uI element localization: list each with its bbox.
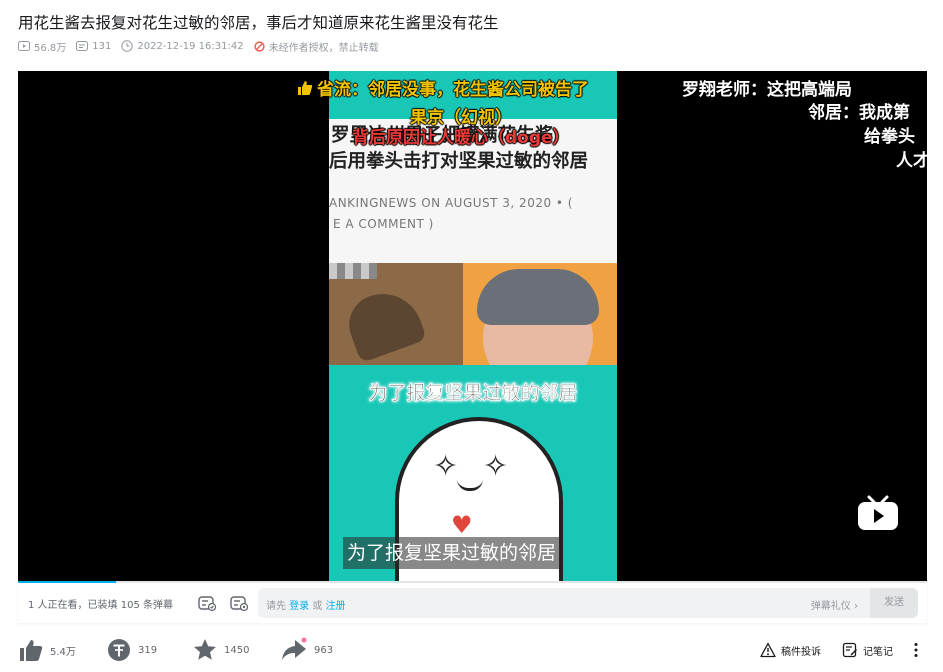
- note-icon: [842, 642, 857, 658]
- views-count: 56.8万: [34, 42, 67, 54]
- warning-icon: [760, 642, 776, 658]
- video-subtitle: 为了报复坚果过敏的邻居: [343, 537, 561, 569]
- danmaku-comment: 人才: [896, 151, 927, 171]
- danmaku-comment: 省流：邻居没事，花生酱公司被告了: [296, 75, 589, 100]
- danmaku-stat: 131: [76, 40, 111, 52]
- coin-button[interactable]: 319: [106, 636, 157, 664]
- publish-time-stat: 2022-12-19 16:31:42: [121, 40, 244, 52]
- like-button[interactable]: 5.4万: [18, 636, 76, 664]
- video-meta: 56.8万 131 2022-12-19 16:31:42 未经作者授权，禁止转…: [18, 38, 389, 54]
- clock-icon: [121, 40, 134, 52]
- danmaku-input[interactable]: 请先 登录 或 注册 弹幕礼仪 › 发送: [258, 588, 918, 618]
- video-title: 用花生酱去报复对花生过敏的邻居，事后才知道原来花生酱里没有花生: [18, 14, 499, 32]
- placeholder-prefix: 请先: [266, 601, 286, 612]
- mosaic-strip: [329, 263, 377, 279]
- favorite-button[interactable]: 1450: [192, 636, 249, 664]
- danmaku-toggle-icon[interactable]: [198, 594, 216, 612]
- danmaku-bar: 1 人正在看，已装填 105 条弹幕 请先 登录 或 注册 弹幕礼仪 › 发送: [18, 583, 927, 623]
- hair-shape: [477, 269, 599, 325]
- copyright-notice: 未经作者授权，禁止转载: [253, 39, 379, 54]
- danmaku-comment: 邻居：我成第: [808, 103, 910, 123]
- star-icon: [194, 639, 216, 660]
- login-link[interactable]: 登录: [289, 601, 309, 612]
- publish-time: 2022-12-19 16:31:42: [137, 40, 244, 52]
- share-count: 963: [314, 644, 334, 656]
- danmaku-etiquette-link[interactable]: 弹幕礼仪 ›: [811, 597, 858, 612]
- more-options-icon[interactable]: [913, 642, 919, 658]
- placeholder-or: 或: [312, 601, 323, 612]
- share-icon: [282, 637, 307, 660]
- frame-photo-peanut-butter: [329, 263, 463, 365]
- frame-article-comment: E A COMMENT ): [333, 217, 434, 231]
- send-button[interactable]: 发送: [870, 588, 918, 618]
- danmaku-comment: 罗翔老师：这把高端局: [682, 80, 852, 100]
- danmaku-input-placeholder: 请先 登录 或 注册: [266, 597, 346, 612]
- danmaku-comment: 给拳头: [864, 127, 915, 147]
- register-link[interactable]: 注册: [326, 601, 346, 612]
- notes-label: 记笔记: [863, 646, 893, 658]
- thumbs-up-icon: [298, 81, 313, 95]
- danmaku-settings-icon[interactable]: [230, 594, 248, 612]
- share-button[interactable]: 963: [280, 636, 333, 664]
- coin-icon: [108, 639, 130, 661]
- sparkle-eye-right: ✧: [483, 449, 509, 484]
- notes-button[interactable]: 记笔记: [842, 640, 893, 660]
- report-button[interactable]: 稿件投诉: [760, 640, 821, 660]
- action-toolbar: 5.4万 319 1450 963 稿件投诉 记笔记: [18, 636, 927, 664]
- viewers-info: 1 人正在看，已装填 105 条弹幕: [28, 600, 173, 611]
- coin-count: 319: [138, 644, 158, 656]
- bilibili-tv-icon[interactable]: [857, 495, 899, 531]
- views-stat: 56.8万: [18, 39, 66, 54]
- video-player[interactable]: 罗里达州男子把罐满花生酱 后用拳头击打对坚果过敏的邻居 ANKINGNEWS O…: [18, 71, 927, 581]
- frame-caption: 为了报复坚果过敏的邻居: [368, 382, 578, 404]
- favorite-count: 1450: [224, 644, 250, 656]
- like-count: 5.4万: [50, 646, 76, 658]
- heart-icon: ♥: [451, 511, 473, 539]
- danmaku-comment: 背后原因让人暖心（doge）: [352, 128, 570, 148]
- sparkle-eye-left: ✧: [433, 449, 459, 484]
- danmaku-text: 省流：邻居没事，花生酱公司被告了: [317, 80, 589, 100]
- jar-shape: [340, 282, 428, 364]
- copyright-text: 未经作者授权，禁止转载: [268, 42, 379, 54]
- danmaku-count: 131: [92, 40, 112, 52]
- frame-photo-man: [463, 263, 617, 393]
- thumbs-up-icon: [20, 640, 43, 661]
- forbidden-icon: [253, 40, 265, 52]
- play-count-icon: [18, 41, 30, 51]
- frame-article-meta: ANKINGNEWS ON AUGUST 3, 2020 • (: [329, 196, 573, 210]
- report-label: 稿件投诉: [781, 646, 821, 658]
- frame-article-title-line2: 后用拳头击打对坚果过敏的邻居: [329, 151, 589, 172]
- danmaku-count-icon: [76, 41, 89, 51]
